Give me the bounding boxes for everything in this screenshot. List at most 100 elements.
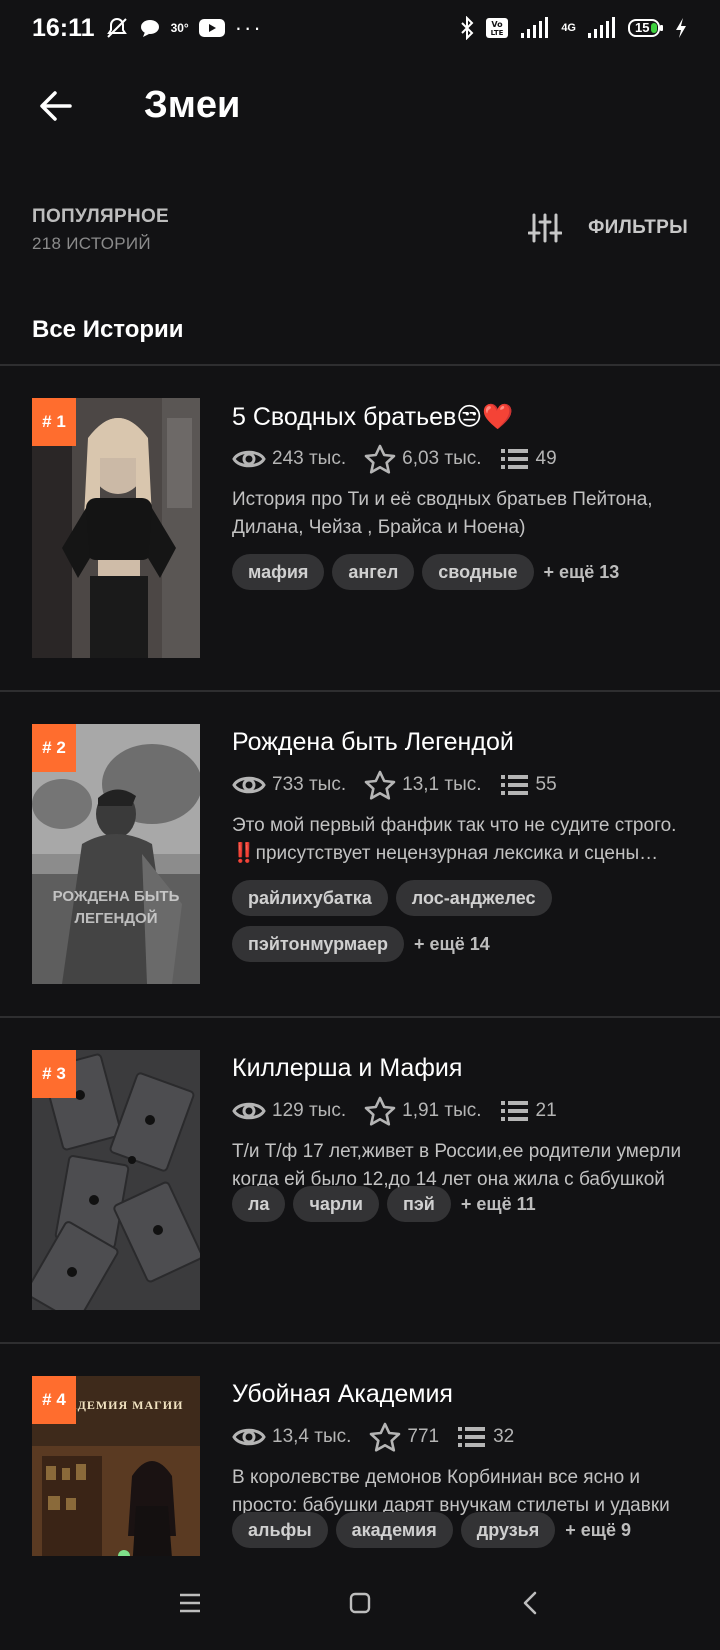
section-title: Все Истории [32, 316, 184, 343]
tag-list: альфы академия друзья + ещё 9 [232, 1512, 702, 1548]
filters-label: ФИЛЬТРЫ [588, 217, 688, 238]
bluetooth-icon [459, 16, 475, 40]
tag-chip[interactable]: альфы [232, 1512, 328, 1548]
story-card[interactable]: РОЖДЕНА БЫТЬ ЛЕГЕНДОЙ # 2 Рождена быть Л… [0, 692, 720, 1018]
tag-chip[interactable]: пэйтонмурмаер [232, 926, 405, 962]
story-stats: 129 тыс. 1,91 тыс. 21 [232, 1096, 575, 1126]
chat-bubble-icon [139, 17, 161, 39]
tag-chip[interactable]: лос-анджелес [395, 880, 552, 916]
story-description: Это мой первый фанфик так что не судите … [232, 815, 677, 864]
sort-dropdown[interactable]: ПОПУЛЯРНОЕ [32, 206, 169, 228]
network-type: 4G [561, 22, 576, 34]
svg-text:Vo: Vo [492, 20, 504, 29]
filters-button[interactable]: ФИЛЬТРЫ [528, 210, 688, 246]
status-bar: 16:11 30° ··· Vo LTE 4G 15 [0, 0, 720, 56]
story-title[interactable]: Рождена быть Легендой [232, 728, 514, 757]
parts-count: 55 [535, 774, 557, 795]
page-title: Змеи [144, 84, 241, 126]
charging-icon [674, 17, 688, 39]
cover-caption: РОЖДЕНА БЫТЬ ЛЕГЕНДОЙ [52, 888, 180, 927]
views-count: 13,4 тыс. [272, 1426, 352, 1447]
square-home-icon [348, 1591, 372, 1615]
rank-badge: # 3 [32, 1050, 76, 1098]
chevron-back-icon [520, 1590, 540, 1616]
story-title[interactable]: Убойная Академия [232, 1380, 453, 1409]
list-icon [457, 1425, 487, 1449]
parts-count: 49 [535, 448, 557, 469]
signal-icon-2 [586, 17, 618, 39]
rank-badge: # 2 [32, 724, 76, 772]
story-cover: РОЖДЕНА БЫТЬ ЛЕГЕНДОЙ # 2 [32, 724, 200, 984]
system-nav-bar [0, 1556, 720, 1650]
eye-icon [232, 773, 266, 797]
list-icon [500, 1099, 530, 1123]
story-card[interactable]: АКАДЕМИЯ МАГИИ # 4 Убойная Академия 13,4… [0, 1344, 720, 1556]
tag-list: ла чарли пэй + ещё 11 [232, 1186, 702, 1222]
rank-badge: # 1 [32, 398, 76, 446]
story-cover: # 1 [32, 398, 200, 658]
tag-chip[interactable]: ла [232, 1186, 286, 1222]
story-description: История про Ти и её сводных братьев Пейт… [232, 489, 653, 538]
more-tags-link[interactable]: + ещё 9 [563, 1520, 633, 1541]
temperature: 30° [170, 21, 189, 35]
system-back-button[interactable] [510, 1583, 550, 1623]
tag-chip[interactable]: друзья [460, 1512, 556, 1548]
arrow-left-icon [38, 88, 74, 124]
bell-off-icon [105, 16, 129, 40]
star-icon [364, 444, 396, 474]
star-icon [369, 1422, 401, 1452]
star-icon [364, 1096, 396, 1126]
parts-count: 21 [535, 1100, 557, 1121]
story-card[interactable]: # 1 5 Сводных братьев😒❤️ 243 тыс. 6,03 т… [0, 366, 720, 692]
rank-badge: # 4 [32, 1376, 76, 1424]
clock: 16:11 [32, 13, 95, 42]
tag-chip[interactable]: ангел [332, 554, 415, 590]
views-count: 243 тыс. [272, 448, 347, 469]
svg-text:LTE: LTE [491, 29, 504, 37]
views-count: 129 тыс. [272, 1100, 347, 1121]
story-title[interactable]: Киллерша и Мафия [232, 1054, 462, 1083]
story-title[interactable]: 5 Сводных братьев😒❤️ [232, 402, 514, 432]
views-count: 733 тыс. [272, 774, 347, 795]
eye-icon [232, 447, 266, 471]
star-icon [364, 770, 396, 800]
tag-chip[interactable]: сводные [422, 554, 534, 590]
tag-chip[interactable]: чарли [293, 1186, 379, 1222]
votes-count: 771 [407, 1426, 440, 1447]
tag-chip[interactable]: пэй [386, 1186, 451, 1222]
story-stats: 243 тыс. 6,03 тыс. 49 [232, 444, 575, 474]
story-cover: # 3 [32, 1050, 200, 1310]
tag-chip[interactable]: академия [335, 1512, 453, 1548]
story-cover: АКАДЕМИЯ МАГИИ # 4 [32, 1376, 200, 1556]
story-card[interactable]: # 3 Киллерша и Мафия 129 тыс. 1,91 тыс. … [0, 1018, 720, 1344]
tag-chip[interactable]: мафия [232, 554, 325, 590]
story-list: # 1 5 Сводных братьев😒❤️ 243 тыс. 6,03 т… [0, 366, 720, 1556]
back-button[interactable] [36, 86, 76, 126]
list-icon [500, 773, 530, 797]
home-button[interactable] [340, 1583, 380, 1623]
story-count: 218 ИСТОРИЙ [32, 234, 151, 253]
battery-icon: 15 [628, 18, 664, 38]
tag-list: мафия ангел сводные + ещё 13 [232, 554, 702, 590]
votes-count: 13,1 тыс. [402, 774, 482, 795]
tag-list: райлихубатка лос-анджелес пэйтонмурмаер … [232, 880, 702, 962]
volte-icon: Vo LTE [485, 17, 509, 39]
battery-level: 15 [635, 20, 650, 35]
story-stats: 733 тыс. 13,1 тыс. 55 [232, 770, 575, 800]
more-tags-link[interactable]: + ещё 14 [412, 934, 492, 955]
tag-chip[interactable]: райлихубатка [232, 880, 388, 916]
eye-icon [232, 1425, 266, 1449]
youtube-icon [198, 19, 225, 37]
eye-icon [232, 1099, 266, 1123]
story-stats: 13,4 тыс. 771 32 [232, 1422, 532, 1452]
app-bar: Змеи [0, 72, 720, 142]
list-icon [500, 447, 530, 471]
more-tags-link[interactable]: + ещё 13 [542, 562, 622, 583]
menu-button[interactable] [170, 1583, 210, 1623]
parts-count: 32 [493, 1426, 515, 1447]
more-tags-link[interactable]: + ещё 11 [459, 1194, 538, 1215]
menu-icon [178, 1592, 202, 1614]
sliders-icon [528, 213, 563, 243]
sort-row: ПОПУЛЯРНОЕ 218 ИСТОРИЙ ФИЛЬТРЫ [0, 200, 720, 260]
signal-icon [519, 17, 551, 39]
